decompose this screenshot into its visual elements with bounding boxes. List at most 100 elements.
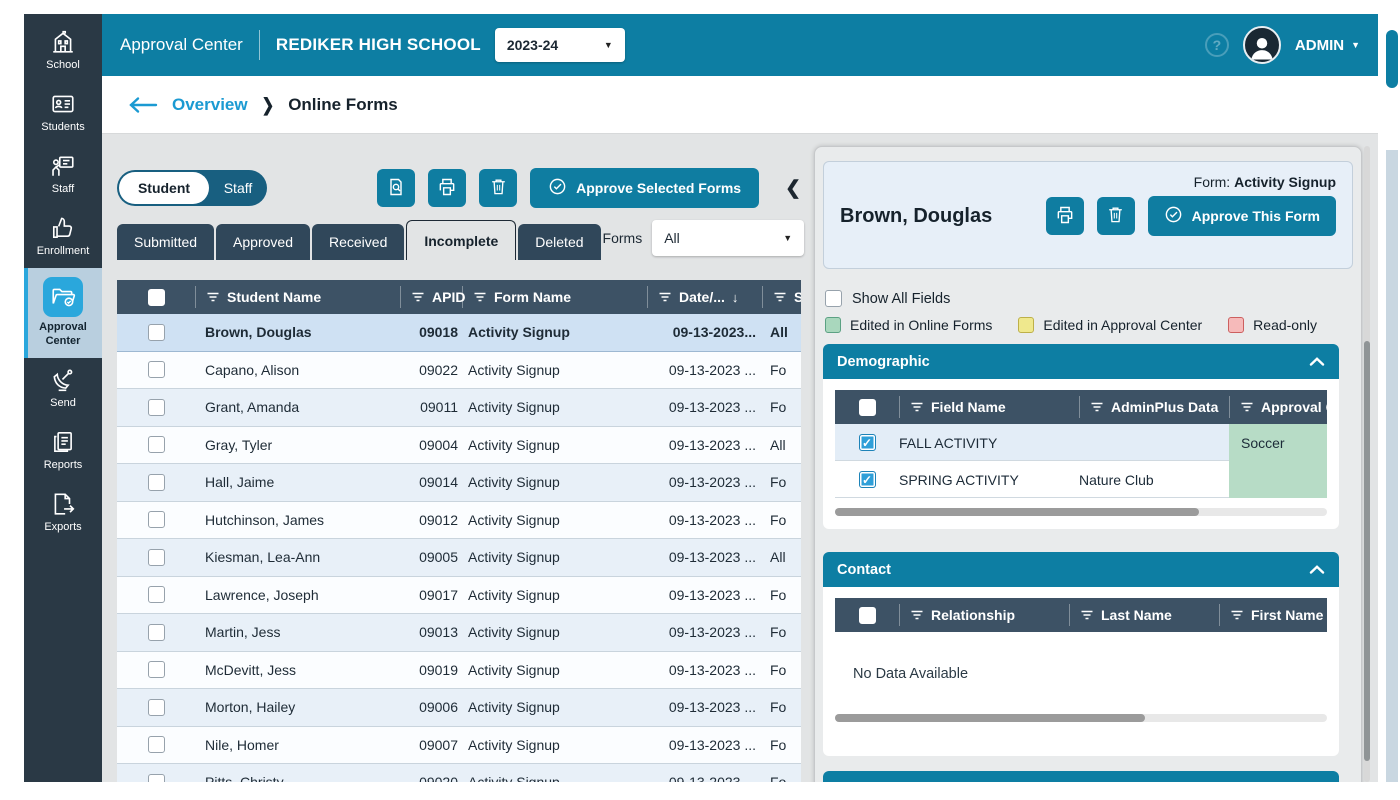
table-row[interactable]: Grant, Amanda 09011 Activity Signup 09-1…	[117, 389, 801, 427]
checkbox[interactable]	[148, 736, 165, 753]
table-row[interactable]: Pitts, Christy 09020 Activity Signup 09-…	[117, 764, 801, 782]
select-all-checkbox[interactable]	[859, 399, 876, 416]
checkbox[interactable]	[148, 699, 165, 716]
checkbox[interactable]	[148, 474, 165, 491]
scrollbar-thumb[interactable]	[1364, 341, 1370, 761]
breadcrumb: Overview ❯ Online Forms	[102, 76, 1378, 134]
sidebar-item-send[interactable]: Send	[24, 358, 102, 420]
tab-incomplete[interactable]: Incomplete	[406, 220, 516, 260]
col-last-name[interactable]: Last Name	[1069, 604, 1219, 626]
sidebar-item-label: School	[46, 59, 80, 73]
table-row[interactable]: Martin, Jess 09013 Activity Signup 09-13…	[117, 614, 801, 652]
back-arrow-icon[interactable]	[128, 96, 158, 114]
collapse-panel-chevron-icon[interactable]: ❮	[785, 177, 801, 200]
section-next-header[interactable]	[823, 771, 1339, 782]
table-row[interactable]: Capano, Alison 09022 Activity Signup 09-…	[117, 352, 801, 390]
admin-menu[interactable]: ADMIN ▼	[1295, 37, 1360, 54]
checkbox[interactable]	[148, 511, 165, 528]
print-button[interactable]	[428, 169, 466, 207]
table-header: Student Name APID Form Name Date/... ↓	[117, 280, 801, 314]
breadcrumb-overview-link[interactable]: Overview	[172, 95, 248, 115]
page-scrollbar-thumb[interactable]	[1386, 30, 1398, 88]
print-form-button[interactable]	[1046, 197, 1084, 235]
tab-approved[interactable]: Approved	[216, 224, 310, 260]
table-row[interactable]: Lawrence, Joseph 09017 Activity Signup 0…	[117, 577, 801, 615]
tab-received[interactable]: Received	[312, 224, 404, 260]
toggle-student-label[interactable]: Student	[119, 172, 209, 204]
preview-form-button[interactable]	[377, 169, 415, 207]
approve-this-form-button[interactable]: Approve This Form	[1148, 196, 1336, 236]
col-relationship[interactable]: Relationship	[899, 604, 1069, 626]
checkbox[interactable]	[148, 324, 165, 341]
col-apid[interactable]: APID	[400, 286, 462, 308]
filter-icon	[411, 291, 425, 303]
cell-approval-center: Soccer	[1229, 424, 1327, 461]
approve-selected-forms-button[interactable]: Approve Selected Forms	[530, 168, 759, 208]
avatar[interactable]	[1243, 26, 1281, 64]
demographic-row[interactable]: ✓ SPRING ACTIVITY Nature Club	[835, 461, 1327, 498]
demographic-row[interactable]: ✓ FALL ACTIVITY Soccer	[835, 424, 1327, 461]
section-demographic-header[interactable]: Demographic	[823, 344, 1339, 379]
table-row[interactable]: McDevitt, Jess 09019 Activity Signup 09-…	[117, 652, 801, 690]
delete-form-button[interactable]	[1097, 197, 1135, 235]
checked-checkbox[interactable]: ✓	[859, 471, 876, 488]
sidebar-item-exports[interactable]: Exports	[24, 482, 102, 544]
col-date[interactable]: Date/... ↓	[647, 286, 762, 308]
checkbox[interactable]	[148, 549, 165, 566]
sidebar-item-reports[interactable]: Reports	[24, 420, 102, 482]
cell-date: 09-13-2023 ...	[647, 587, 762, 603]
cell-student-name: Grant, Amanda	[195, 399, 400, 415]
caret-down-icon: ▼	[604, 40, 613, 50]
chevron-up-icon[interactable]	[1309, 565, 1325, 574]
checkbox[interactable]	[148, 624, 165, 641]
cell-form-name: Activity Signup	[462, 437, 647, 453]
show-all-fields-checkbox[interactable]	[825, 290, 842, 307]
cell-date: 09-13-2023 ...	[647, 512, 762, 528]
sidebar-item-enrollment[interactable]: Enrollment	[24, 206, 102, 268]
table-row[interactable]: Hutchinson, James 09012 Activity Signup …	[117, 502, 801, 540]
sidebar-item-students[interactable]: Students	[24, 82, 102, 144]
col-status[interactable]: St	[762, 286, 801, 308]
checkbox[interactable]	[148, 586, 165, 603]
tab-submitted[interactable]: Submitted	[117, 224, 214, 260]
col-approval-center[interactable]: Approval Center	[1229, 396, 1327, 418]
select-all-checkbox[interactable]	[859, 607, 876, 624]
sidebar: School Students Staff Enrollment Approva…	[24, 14, 102, 782]
col-field-name[interactable]: Field Name	[899, 396, 1079, 418]
table-row[interactable]: Hall, Jaime 09014 Activity Signup 09-13-…	[117, 464, 801, 502]
checkbox[interactable]	[148, 361, 165, 378]
col-form-name[interactable]: Form Name	[462, 286, 647, 308]
checkbox[interactable]	[148, 289, 165, 306]
table-row[interactable]: Gray, Tyler 09004 Activity Signup 09-13-…	[117, 427, 801, 465]
forms-filter-select[interactable]: All ▼	[652, 220, 804, 256]
table-row[interactable]: Morton, Hailey 09006 Activity Signup 09-…	[117, 689, 801, 727]
col-first-name[interactable]: First Name ↑	[1219, 604, 1327, 626]
delete-button[interactable]	[479, 169, 517, 207]
sidebar-item-approval-center[interactable]: Approval Center	[24, 268, 102, 358]
student-staff-toggle[interactable]: Student Staff	[117, 170, 267, 206]
checked-checkbox[interactable]: ✓	[859, 434, 876, 451]
table-row[interactable]: Nile, Homer 09007 Activity Signup 09-13-…	[117, 727, 801, 765]
table-row[interactable]: Kiesman, Lea-Ann 09005 Activity Signup 0…	[117, 539, 801, 577]
tab-deleted[interactable]: Deleted	[518, 224, 600, 260]
help-icon[interactable]: ?	[1205, 33, 1229, 57]
checkbox[interactable]	[148, 399, 165, 416]
cell-date: 09-13-2023 ...	[647, 399, 762, 415]
scrollbar-thumb[interactable]	[835, 714, 1145, 722]
table-row[interactable]: Brown, Douglas 09018 Activity Signup 09-…	[117, 314, 801, 352]
sidebar-item-staff[interactable]: Staff	[24, 144, 102, 206]
checkbox[interactable]	[148, 774, 165, 782]
col-student-name[interactable]: Student Name	[195, 286, 400, 308]
cell-date: 09-13-2023 ...	[647, 437, 762, 453]
chevron-up-icon[interactable]	[1309, 357, 1325, 366]
col-adminplus-data[interactable]: AdminPlus Data	[1079, 396, 1229, 418]
toggle-staff-label[interactable]: Staff	[209, 180, 267, 196]
checkbox[interactable]	[148, 661, 165, 678]
checkbox[interactable]	[148, 436, 165, 453]
cell-date: 09-13-2023 ...	[647, 662, 762, 678]
sidebar-item-school[interactable]: School	[24, 20, 102, 82]
scrollbar-thumb[interactable]	[835, 508, 1199, 516]
select-all-checkbox[interactable]	[117, 286, 195, 308]
school-year-select[interactable]: 2023-24 ▼	[495, 28, 625, 62]
section-contact-header[interactable]: Contact	[823, 552, 1339, 587]
